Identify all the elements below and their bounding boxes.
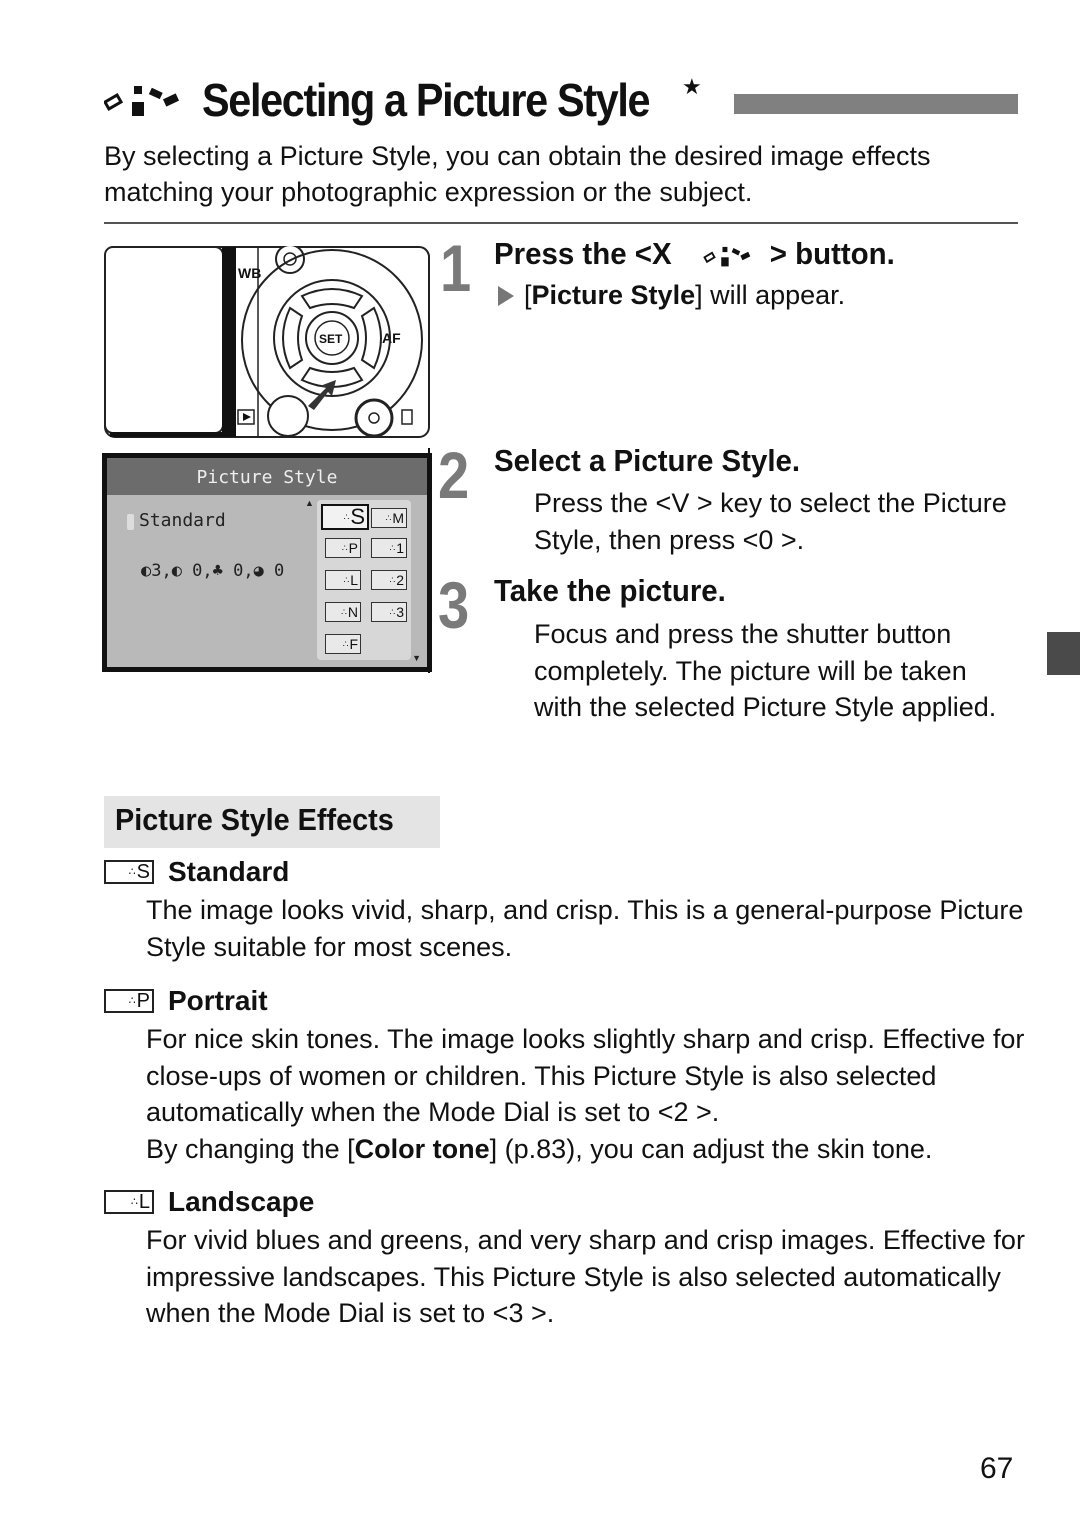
step-2-body: Press the <V > key to select the Picture… bbox=[534, 488, 1007, 555]
lcd-style-option-2: ∴ 2 bbox=[371, 570, 407, 590]
scroll-up-icon: ▲ bbox=[305, 498, 314, 508]
intro-paragraph: By selecting a Picture Style, you can ob… bbox=[104, 141, 931, 207]
lcd-style-option-1: ∴ 1 bbox=[371, 538, 407, 558]
step-1-result: [Picture Style] will appear. bbox=[498, 280, 845, 311]
lcd-style-option-P: ∴ P bbox=[325, 538, 361, 558]
advanced-star-icon: ★ bbox=[682, 74, 702, 99]
step-1-title-prefix: Press the <X bbox=[494, 236, 672, 271]
set-label: SET bbox=[319, 332, 343, 346]
lcd-style-option-L: ∴ L bbox=[325, 570, 361, 590]
picture-style-icon bbox=[104, 86, 180, 116]
scroll-down-icon: ▼ bbox=[412, 653, 421, 663]
step-1-title: Press the <X > button. bbox=[494, 236, 895, 272]
step-1-title-suffix: > button. bbox=[769, 236, 895, 271]
lcd-style-option-S: ∴ S bbox=[321, 504, 369, 530]
lcd-header: Picture Style bbox=[107, 458, 427, 495]
effect-description-line: For nice skin tones. The image looks sli… bbox=[146, 1024, 1025, 1127]
effect-name: Standard bbox=[168, 856, 290, 887]
camera-back-illustration: WB AF SET bbox=[104, 246, 430, 438]
lcd-style-option-F: ∴ F bbox=[325, 634, 361, 654]
lcd-picture-style-screen: Picture Style Standard ◐3,◐ 0,♣ 0,◕ 0 ▲ … bbox=[102, 453, 432, 672]
title-decoration-bar bbox=[734, 94, 1018, 114]
title-row: Selecting a Picture Style ★ bbox=[104, 70, 702, 130]
page-number: 67 bbox=[980, 1452, 1014, 1485]
effect-portrait: ∴ P Portrait For nice skin tones. The ima… bbox=[104, 985, 1026, 1167]
result-bracket-open: [ bbox=[524, 280, 532, 310]
effects-section-header: Picture Style Effects bbox=[104, 796, 440, 848]
chapter-side-tab bbox=[1047, 632, 1080, 675]
effect-description: For nice skin tones. The image looks sli… bbox=[146, 1021, 1026, 1167]
step-number-1: 1 bbox=[440, 231, 472, 305]
wb-label: WB bbox=[238, 265, 261, 281]
lcd-style-option-N: ∴ N bbox=[325, 602, 361, 622]
effect-description-line: By changing the [Color tone] (p.83), you… bbox=[146, 1133, 933, 1164]
lcd-selected-style: Standard bbox=[139, 510, 226, 531]
lcd-style-list: ∴ S ∴ M ∴ P ∴ 1 ∴ L ∴ 2 ∴ N ∴ 3 ∴ F bbox=[317, 500, 411, 660]
result-arrow-icon bbox=[498, 285, 514, 306]
step-3-title: Take the picture. bbox=[494, 573, 726, 608]
trash-icon bbox=[401, 409, 413, 425]
effect-description: For vivid blues and greens, and very sha… bbox=[146, 1225, 1025, 1328]
lcd-style-parameters: ◐3,◐ 0,♣ 0,◕ 0 bbox=[141, 561, 285, 581]
step-number-3: 3 bbox=[438, 568, 470, 642]
result-text: ] will appear. bbox=[695, 280, 846, 310]
section-divider bbox=[104, 222, 1018, 224]
af-label: AF bbox=[382, 330, 401, 346]
color-tone-term: Color tone bbox=[354, 1133, 490, 1164]
effect-name: Portrait bbox=[168, 985, 268, 1016]
step-vertical-rule bbox=[428, 448, 430, 673]
lcd-style-option-3: ∴ 3 bbox=[371, 602, 407, 622]
effects-section-title: Picture Style Effects bbox=[115, 802, 394, 837]
step-2-title: Select a Picture Style. bbox=[494, 443, 801, 478]
step-3-body: Focus and press the shutter button compl… bbox=[534, 619, 997, 722]
effect-landscape: ∴ L Landscape For vivid blues and greens,… bbox=[104, 1186, 1026, 1332]
portrait-style-icon: ∴ P bbox=[104, 989, 154, 1013]
standard-style-icon: ∴ S bbox=[104, 860, 154, 884]
page-title: Selecting a Picture Style bbox=[202, 74, 650, 126]
lcd-selection-marker bbox=[127, 514, 134, 530]
effect-name: Landscape bbox=[168, 1186, 315, 1217]
effect-standard: ∴ S Standard The image looks vivid, sharp… bbox=[104, 856, 1026, 965]
lcd-style-option-M: ∴ M bbox=[371, 508, 407, 528]
effect-description: The image looks vivid, sharp, and crisp.… bbox=[146, 895, 1024, 962]
picture-style-icon bbox=[702, 246, 750, 267]
lcd-panel bbox=[104, 246, 224, 434]
landscape-style-icon: ∴ L bbox=[104, 1190, 154, 1214]
result-menu-name: Picture Style bbox=[531, 280, 696, 310]
step-number-2: 2 bbox=[438, 438, 470, 512]
